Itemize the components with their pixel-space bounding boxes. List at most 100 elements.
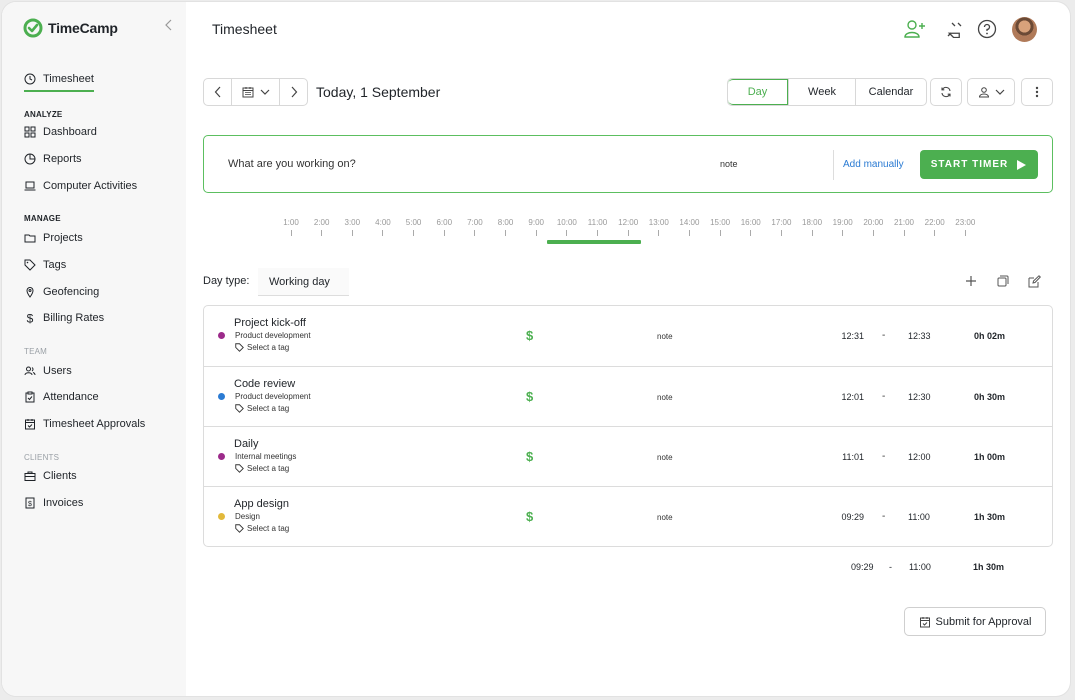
entry-name[interactable]: Project kick-off bbox=[234, 317, 306, 329]
sidebar-item-label: Timesheet bbox=[43, 73, 94, 85]
table-row[interactable]: Code review Product development Select a t… bbox=[204, 366, 1052, 426]
prev-day-button[interactable] bbox=[203, 78, 232, 106]
billable-icon[interactable]: $ bbox=[526, 328, 533, 343]
select-tag-link[interactable]: Select a tag bbox=[235, 404, 289, 413]
entry-start-time[interactable]: 12:31 bbox=[841, 331, 864, 341]
timeline-hour-label: 10:00 bbox=[556, 218, 577, 227]
entry-end-time[interactable]: 12:00 bbox=[908, 452, 931, 462]
add-manually-link[interactable]: Add manually bbox=[843, 159, 904, 170]
sidebar-item-geofencing[interactable]: Geofencing bbox=[24, 282, 99, 302]
entry-note[interactable]: note bbox=[657, 332, 673, 341]
sidebar-item-dashboard[interactable]: Dashboard bbox=[24, 122, 97, 142]
timeline-hour-label: 11:00 bbox=[587, 218, 608, 227]
entry-duration[interactable]: 0h 02m bbox=[974, 331, 1005, 341]
invoice-icon: $ bbox=[25, 497, 35, 509]
more-options-button[interactable] bbox=[1021, 78, 1053, 106]
sidebar-item-label: Dashboard bbox=[43, 126, 97, 138]
timeline-hour-label: 13:00 bbox=[648, 218, 669, 227]
user-select-button[interactable] bbox=[967, 78, 1015, 106]
select-tag-link[interactable]: Select a tag bbox=[235, 524, 289, 533]
entry-start-time[interactable]: 09:29 bbox=[841, 512, 864, 522]
entry-start-time[interactable]: 12:01 bbox=[841, 392, 864, 402]
entry-name[interactable]: App design bbox=[234, 498, 289, 510]
note-input[interactable]: note bbox=[720, 159, 738, 169]
submit-for-approval-button[interactable]: Submit for Approval bbox=[904, 607, 1046, 636]
sidebar-item-attendance[interactable]: Attendance bbox=[24, 387, 99, 407]
help-icon[interactable] bbox=[976, 18, 998, 40]
section-analyze: ANALYZE bbox=[24, 110, 63, 119]
sidebar-item-clients[interactable]: Clients bbox=[24, 466, 77, 486]
tag-label: Select a tag bbox=[247, 404, 290, 413]
entry-start-time[interactable]: 11:01 bbox=[842, 452, 864, 462]
timeline-hour-label: 22:00 bbox=[924, 218, 945, 227]
plug-icon[interactable] bbox=[944, 18, 966, 40]
entry-project[interactable]: Internal meetings bbox=[235, 452, 296, 461]
dashboard-icon bbox=[24, 126, 36, 138]
start-timer-button[interactable]: START TIMER bbox=[920, 150, 1038, 179]
sidebar-item-reports[interactable]: Reports bbox=[24, 149, 82, 169]
task-input[interactable]: What are you working on? bbox=[228, 158, 356, 170]
select-tag-link[interactable]: Select a tag bbox=[235, 343, 289, 352]
timeline-tracked-bar bbox=[547, 240, 641, 244]
entry-duration[interactable]: 1h 00m bbox=[974, 452, 1005, 462]
sidebar-item-label: Tags bbox=[43, 259, 67, 271]
sidebar-item-invoices[interactable]: $ Invoices bbox=[24, 493, 83, 513]
avatar[interactable] bbox=[1012, 17, 1037, 42]
entry-project[interactable]: Design bbox=[235, 512, 260, 521]
logo[interactable]: TimeCamp bbox=[23, 18, 118, 38]
copy-icon[interactable] bbox=[995, 273, 1011, 289]
entry-note[interactable]: note bbox=[657, 513, 673, 522]
sidebar-item-computer-activities[interactable]: Computer Activities bbox=[24, 176, 137, 196]
entry-duration[interactable]: 0h 30m bbox=[974, 392, 1005, 402]
entry-project[interactable]: Product development bbox=[235, 331, 311, 340]
sidebar-item-billing-rates[interactable]: $ Billing Rates bbox=[24, 308, 104, 328]
svg-text:$: $ bbox=[27, 312, 34, 324]
day-type-select[interactable]: Working day bbox=[258, 268, 349, 296]
entry-note[interactable]: note bbox=[657, 393, 673, 402]
billable-icon[interactable]: $ bbox=[526, 509, 533, 524]
sidebar-item-users[interactable]: Users bbox=[24, 361, 72, 381]
add-entry-icon[interactable] bbox=[963, 273, 979, 289]
timeline-hour-label: 14:00 bbox=[679, 218, 700, 227]
entry-name[interactable]: Code review bbox=[234, 378, 295, 390]
timeline-hour-tick: 4:00 bbox=[368, 218, 398, 236]
entry-project[interactable]: Product development bbox=[235, 392, 311, 401]
entry-note[interactable]: note bbox=[657, 453, 673, 462]
timer-bar: What are you working on? note Add manual… bbox=[203, 135, 1053, 193]
svg-text:$: $ bbox=[28, 501, 32, 508]
view-week-button[interactable]: Week bbox=[788, 79, 855, 105]
table-row[interactable]: Daily Internal meetings Select a tag $ note 1… bbox=[204, 426, 1052, 486]
sidebar-item-label: Clients bbox=[43, 470, 77, 482]
view-day-button[interactable]: Day bbox=[728, 79, 788, 105]
sidebar-item-timesheet-approvals[interactable]: Timesheet Approvals bbox=[24, 414, 145, 434]
timeline-hour-tick: 15:00 bbox=[705, 218, 735, 236]
entry-end-time[interactable]: 12:33 bbox=[908, 331, 931, 341]
collapse-sidebar-icon[interactable] bbox=[164, 18, 178, 34]
billable-icon[interactable]: $ bbox=[526, 449, 533, 464]
timeline-hour-tick: 18:00 bbox=[797, 218, 827, 236]
next-day-button[interactable] bbox=[279, 78, 308, 106]
calendar-picker-button[interactable] bbox=[231, 78, 280, 106]
sync-button[interactable] bbox=[930, 78, 962, 106]
sidebar-item-tags[interactable]: Tags bbox=[24, 255, 66, 275]
table-row[interactable]: App design Design Select a tag $ note 09:29 - 1… bbox=[204, 486, 1052, 546]
timeline-hour-tick: 16:00 bbox=[736, 218, 766, 236]
clipboard-icon bbox=[25, 391, 35, 403]
start-timer-label: START TIMER bbox=[930, 159, 1009, 170]
entry-name[interactable]: Daily bbox=[234, 438, 258, 450]
select-tag-link[interactable]: Select a tag bbox=[235, 464, 289, 473]
chevron-down-icon bbox=[260, 89, 269, 95]
add-user-icon[interactable] bbox=[904, 18, 926, 40]
sidebar-item-label: Reports bbox=[43, 153, 82, 165]
timeline-hour-tick: 9:00 bbox=[521, 218, 551, 236]
entry-end-time[interactable]: 11:00 bbox=[908, 512, 930, 522]
entry-end-time[interactable]: 12:30 bbox=[908, 392, 931, 402]
edit-icon[interactable] bbox=[1026, 273, 1042, 289]
billable-icon[interactable]: $ bbox=[526, 389, 533, 404]
view-calendar-button[interactable]: Calendar bbox=[855, 79, 926, 105]
table-row[interactable]: Project kick-off Product development Selec… bbox=[204, 306, 1052, 366]
timeline-hour-tick: 7:00 bbox=[460, 218, 490, 236]
sidebar-item-timesheet[interactable]: Timesheet bbox=[24, 70, 94, 92]
total-duration: 1h 30m bbox=[973, 562, 1005, 572]
entry-duration[interactable]: 1h 30m bbox=[974, 512, 1005, 522]
